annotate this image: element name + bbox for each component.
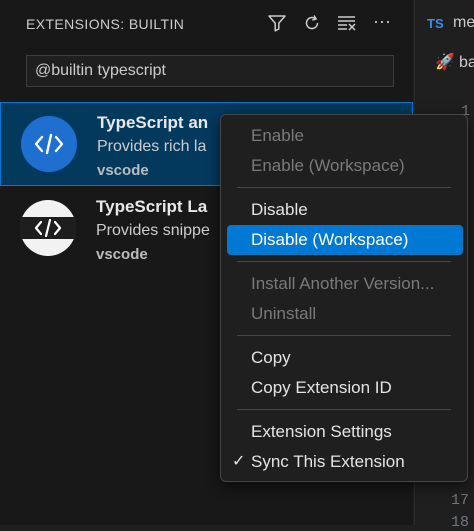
menu-item-install-another-version[interactable]: Install Another Version...	[227, 269, 463, 299]
typescript-file-icon: TS	[427, 16, 444, 31]
menu-separator	[237, 409, 451, 410]
more-icon[interactable]: ···	[371, 10, 393, 32]
line-number: 17	[451, 492, 470, 509]
clear-icon[interactable]	[336, 12, 358, 34]
menu-item-sync-this-extension[interactable]: ✓ Sync This Extension	[227, 447, 463, 477]
filter-icon[interactable]	[266, 12, 288, 34]
menu-item-enable-workspace[interactable]: Enable (Workspace)	[227, 151, 463, 181]
extension-description: Provides snippe	[96, 222, 210, 239]
sidebar-header: EXTENSIONS: BUILTIN ···	[0, 0, 413, 46]
extension-name: TypeScript an	[97, 113, 209, 132]
code-brackets-icon	[20, 200, 76, 256]
menu-item-copy[interactable]: Copy	[227, 343, 463, 373]
menu-item-label: Sync This Extension	[251, 452, 405, 471]
menu-separator	[237, 187, 451, 188]
extension-context-menu: Enable Enable (Workspace) Disable Disabl…	[220, 114, 468, 482]
sidebar-title: EXTENSIONS: BUILTIN	[26, 16, 185, 32]
extension-publisher[interactable]: vscode	[96, 246, 148, 263]
menu-item-enable[interactable]: Enable	[227, 121, 463, 151]
menu-item-extension-settings[interactable]: Extension Settings	[227, 417, 463, 447]
rocket-icon: 🚀	[435, 54, 455, 71]
extension-search-input[interactable]	[26, 55, 394, 87]
tab-label: me	[453, 14, 474, 31]
refresh-icon[interactable]	[301, 12, 323, 34]
menu-item-copy-extension-id[interactable]: Copy Extension ID	[227, 373, 463, 403]
extension-description: Provides rich la	[97, 138, 207, 155]
extension-publisher[interactable]: vscode	[97, 162, 149, 179]
menu-item-disable[interactable]: Disable	[227, 195, 463, 225]
line-number: 18	[451, 514, 470, 531]
extension-name: TypeScript La	[96, 197, 208, 216]
breadcrumb[interactable]: ba	[459, 54, 474, 72]
checkmark-icon: ✓	[232, 453, 246, 470]
menu-separator	[237, 335, 451, 336]
menu-separator	[237, 261, 451, 262]
menu-item-disable-workspace[interactable]: Disable (Workspace)	[227, 225, 463, 255]
menu-item-uninstall[interactable]: Uninstall	[227, 299, 463, 329]
editor-tab[interactable]: TS me	[415, 0, 474, 46]
code-brackets-icon	[21, 116, 77, 172]
